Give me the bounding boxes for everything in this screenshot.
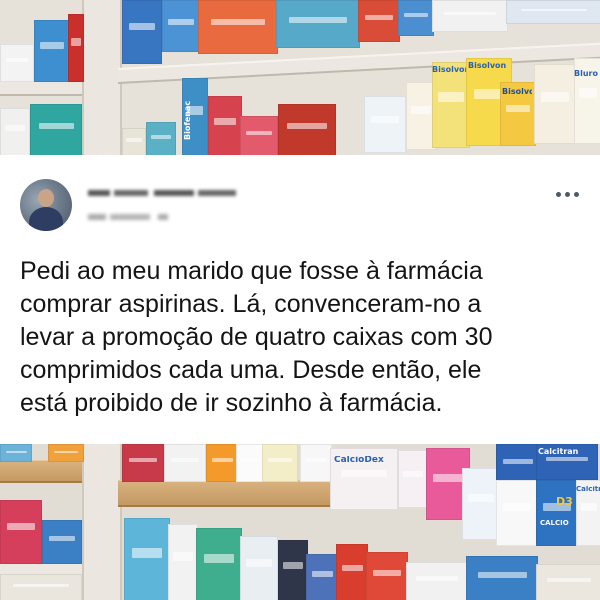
author-avatar[interactable] [20,179,72,231]
pharmacy-shelves-photo-bottom: CalcioDex Calcitran D3 CALCIO Calcitran [0,444,600,600]
shelf-plank [0,80,82,96]
brand-label: Bluro [574,70,598,78]
brand-label: CalcioDex [334,456,384,465]
brand-label: Bisolvon [432,66,468,74]
brand-label: Biofenac [184,100,192,140]
post-meta-blurred [88,208,180,220]
shelf-upright [82,0,122,155]
brand-label: Calcitran [576,486,600,493]
more-options-icon[interactable] [556,187,586,201]
post-text: Pedi ao meu marido que fosse à farmácia … [20,257,493,417]
brand-label: Bisolvon [502,88,532,96]
brand-label: D3 [556,496,573,507]
brand-label: Calcitran [538,448,579,456]
shelf-upright [82,444,122,600]
social-post-card: Pedi ao meu marido que fosse à farmácia … [0,155,600,444]
brand-label: CALCIO [540,520,569,527]
shelf-plank [0,460,82,483]
pharmacy-shelves-photo-top: Biofenac Bisolvon Bisolvon Bisolvon Blur… [0,0,600,155]
brand-label: Bisolvon [468,62,507,70]
author-name-blurred[interactable] [88,185,238,196]
